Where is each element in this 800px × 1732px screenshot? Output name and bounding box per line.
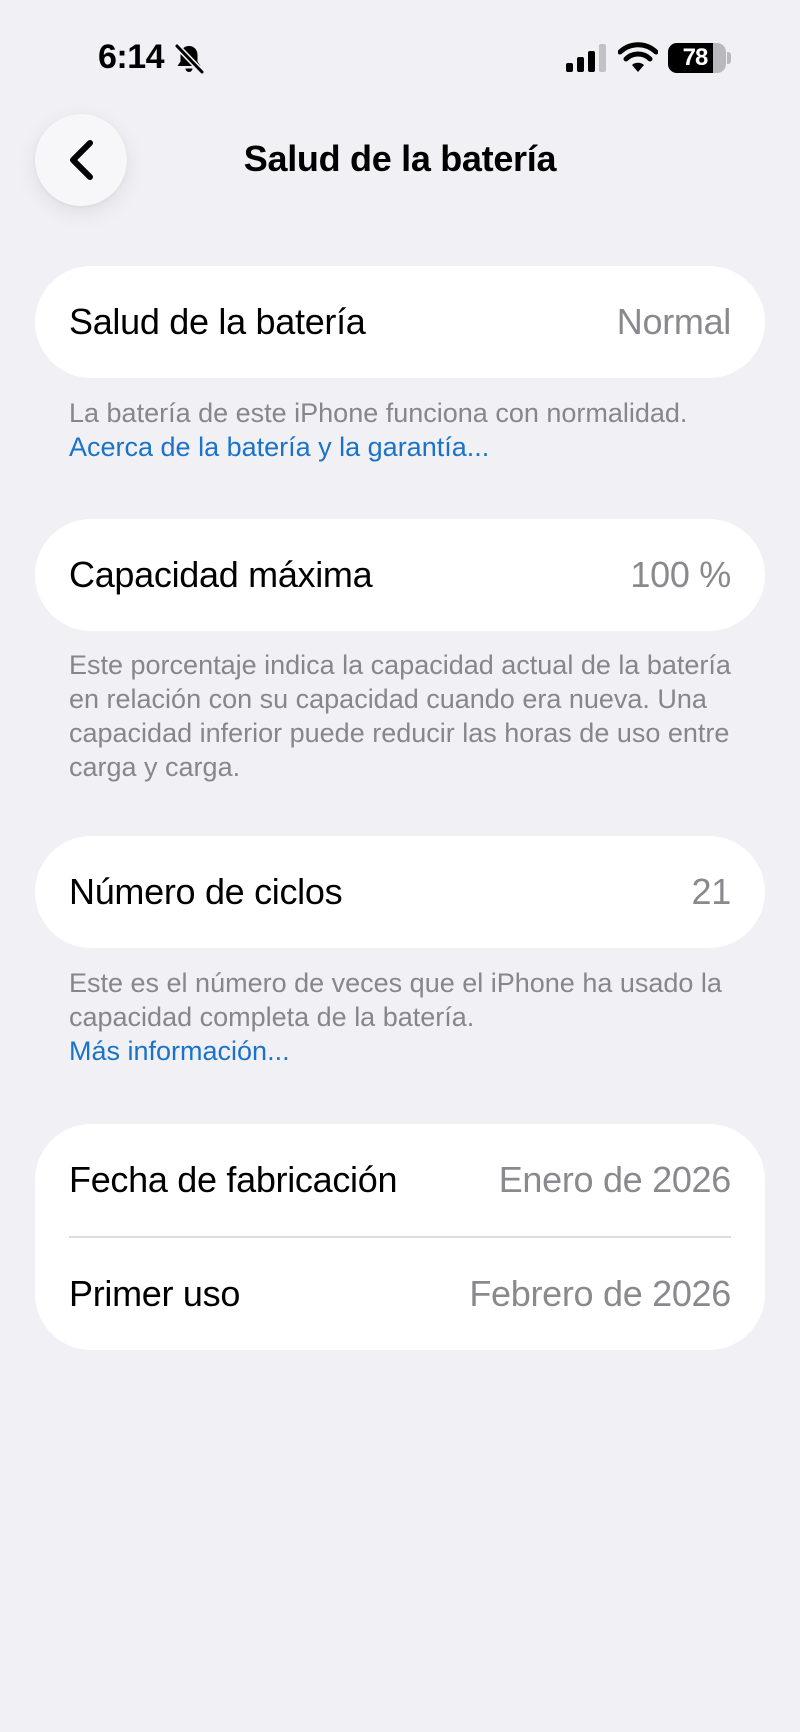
battery-icon: 78 <box>668 43 726 73</box>
max-capacity-value: 100 % <box>630 554 731 595</box>
manufacture-date-label: Fecha de fabricación <box>69 1159 398 1200</box>
page-title: Salud de la batería <box>243 138 557 179</box>
max-capacity-footer: Este porcentaje indica la capacidad actu… <box>69 648 749 784</box>
max-capacity-card: Capacidad máxima 100 % <box>35 519 765 631</box>
battery-health-label: Salud de la batería <box>69 301 366 342</box>
more-info-link[interactable]: Más información... <box>69 1036 290 1066</box>
cycle-count-footer: Este es el número de veces que el iPhone… <box>69 966 749 1068</box>
status-bar: 6:14 78 <box>0 0 800 116</box>
dates-card: Fecha de fabricación Enero de 2026 Prime… <box>35 1124 765 1350</box>
cycle-count-card: Número de ciclos 21 <box>35 836 765 948</box>
battery-nub <box>727 52 731 64</box>
first-use-value: Febrero de 2026 <box>469 1273 731 1314</box>
chevron-left-icon <box>70 140 93 180</box>
cycle-count-row: Número de ciclos 21 <box>35 836 765 948</box>
status-time: 6:14 <box>98 38 165 76</box>
bell-slash-icon <box>174 43 205 75</box>
max-capacity-label: Capacidad máxima <box>69 554 373 595</box>
max-capacity-description: Este porcentaje indica la capacidad actu… <box>69 650 731 782</box>
cellular-signal-icon <box>566 44 606 72</box>
cycle-count-label: Número de ciclos <box>69 871 343 912</box>
max-capacity-row: Capacidad máxima 100 % <box>35 519 765 631</box>
cycle-count-description: Este es el número de veces que el iPhone… <box>69 968 722 1032</box>
first-use-label: Primer uso <box>69 1273 241 1314</box>
manufacture-date-value: Enero de 2026 <box>498 1159 732 1200</box>
cycle-count-value: 21 <box>691 871 732 912</box>
battery-health-card: Salud de la batería Normal <box>35 266 765 378</box>
battery-health-description: La batería de este iPhone funciona con n… <box>69 398 688 428</box>
battery-health-row: Salud de la batería Normal <box>35 266 765 378</box>
wifi-icon <box>618 42 658 72</box>
manufacture-date-row: Fecha de fabricación Enero de 2026 <box>35 1124 765 1236</box>
battery-health-value: Normal <box>616 301 732 342</box>
battery-health-footer: La batería de este iPhone funciona con n… <box>69 396 749 464</box>
battery-percent: 78 <box>682 44 709 71</box>
first-use-row: Primer uso Febrero de 2026 <box>35 1238 765 1350</box>
back-button[interactable] <box>35 114 127 206</box>
battery-warranty-link[interactable]: Acerca de la batería y la garantía... <box>69 432 489 462</box>
